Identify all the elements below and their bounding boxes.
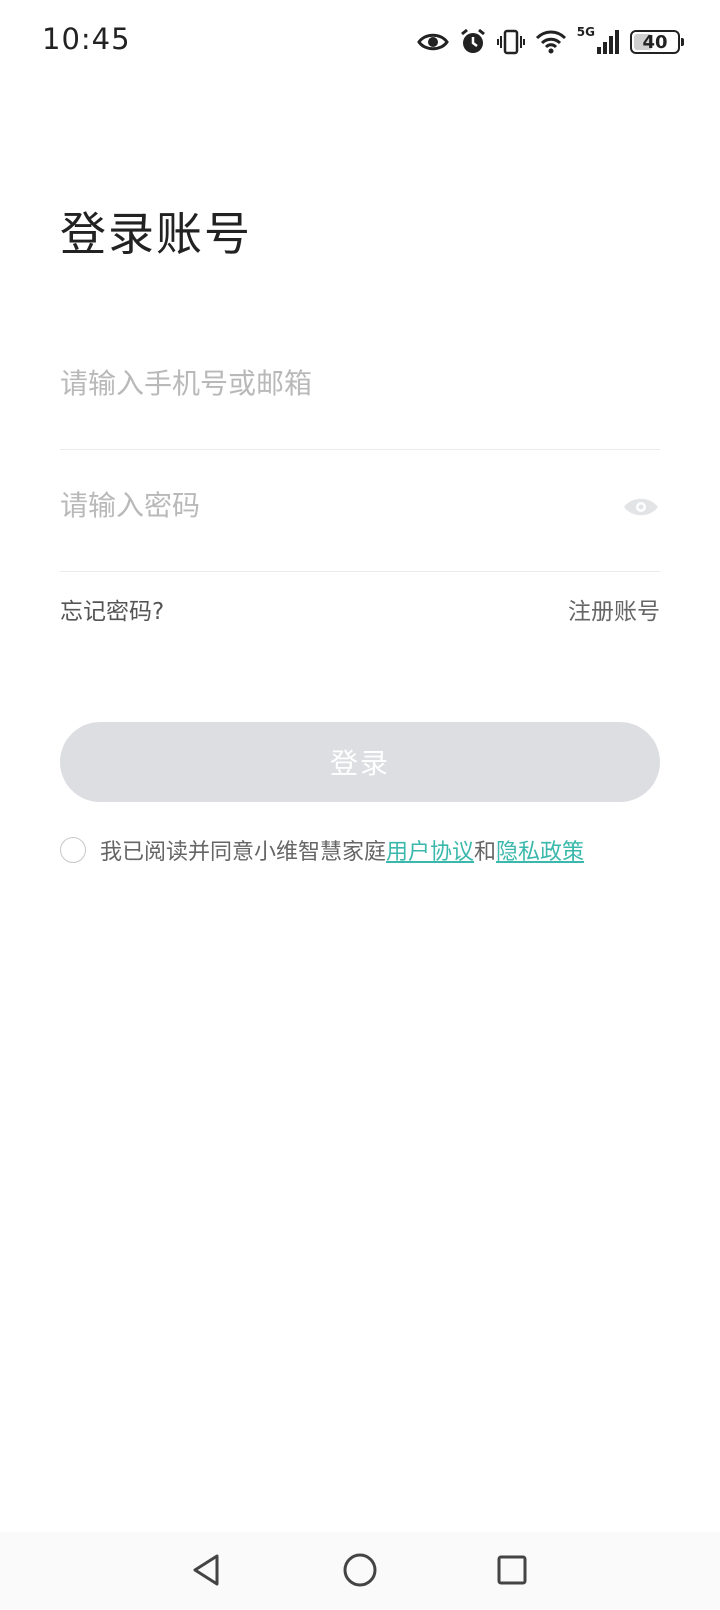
agreement-text: 我已阅读并同意小维智慧家庭 [100, 840, 387, 865]
home-icon [342, 1552, 378, 1592]
battery-icon: 40 [630, 30, 684, 54]
account-input[interactable] [60, 356, 600, 410]
agreement-conjunction: 和 [474, 840, 497, 865]
page-title: 登录账号 [60, 207, 252, 261]
privacy-policy-link[interactable]: 隐私政策 [496, 834, 584, 866]
password-field [60, 450, 660, 572]
wifi-icon [535, 29, 567, 55]
recent-apps-button[interactable] [492, 1552, 532, 1592]
recent-apps-icon [496, 1554, 528, 1590]
status-icons: 5G 40 [416, 24, 684, 60]
password-input[interactable] [60, 478, 600, 532]
vibrate-icon [496, 28, 525, 56]
agreement-row: 我已阅读并同意小维智慧家庭 用户协议 和 隐私政策 [60, 834, 584, 866]
navigation-bar [0, 1532, 720, 1610]
show-password-toggle[interactable] [622, 490, 660, 528]
home-button[interactable] [340, 1552, 380, 1592]
register-link[interactable]: 注册账号 [568, 592, 660, 626]
agreement-checkbox[interactable] [60, 837, 86, 863]
back-button[interactable] [186, 1552, 226, 1592]
status-time: 10:45 [42, 22, 131, 56]
eye-icon [622, 495, 660, 523]
account-field [60, 328, 660, 450]
battery-level: 40 [642, 31, 668, 53]
cellular-signal-icon: 5G [577, 25, 620, 55]
alarm-icon [459, 28, 487, 56]
user-agreement-link[interactable]: 用户协议 [386, 834, 474, 866]
eye-comfort-icon [416, 31, 449, 53]
network-type-label: 5G [576, 25, 595, 39]
links-row: 忘记密码? 注册账号 [60, 592, 660, 632]
forgot-password-link[interactable]: 忘记密码? [60, 592, 164, 626]
status-bar: 10:45 5G 40 [0, 0, 720, 84]
login-button[interactable]: 登录 [60, 722, 660, 802]
back-icon [190, 1553, 222, 1591]
